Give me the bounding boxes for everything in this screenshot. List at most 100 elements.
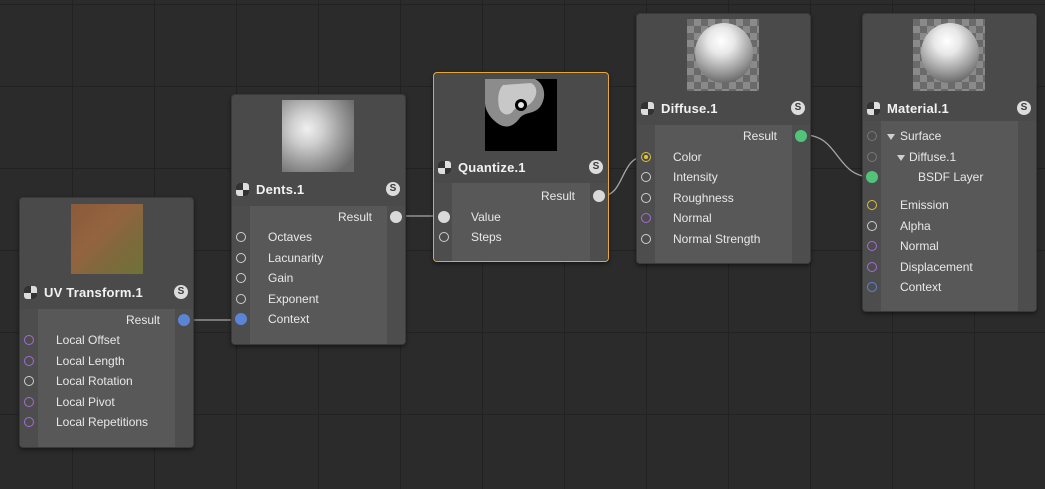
input-port[interactable]: [24, 335, 34, 345]
input-port[interactable]: [641, 172, 651, 182]
input-port[interactable]: [641, 234, 651, 244]
input-port[interactable]: [641, 213, 651, 223]
input-port[interactable]: [235, 313, 247, 325]
port-label: Local Pivot: [56, 395, 115, 409]
material-body: Surface Diffuse.1 BSDF Layer Emission Al…: [863, 121, 1036, 311]
solo-icon[interactable]: S: [386, 182, 400, 196]
quantize-body: Result Value Steps: [434, 183, 608, 261]
input-port[interactable]: [24, 397, 34, 407]
input-port[interactable]: [24, 417, 34, 427]
output-port-row: Result: [232, 207, 405, 227]
input-port[interactable]: [236, 273, 246, 283]
input-port[interactable]: [641, 193, 651, 203]
input-port[interactable]: [867, 282, 877, 292]
input-port-row: Exponent: [232, 289, 405, 309]
quantize-preview: [485, 79, 557, 151]
input-port-row: Roughness: [637, 188, 810, 208]
quantize-node[interactable]: Quantize.1 S Result Value Steps: [433, 72, 609, 262]
input-port-row: Diffuse.1: [863, 147, 1036, 167]
solo-icon[interactable]: S: [589, 160, 603, 174]
input-port-row: Normal Strength: [637, 229, 810, 249]
node-type-icon: [236, 183, 249, 196]
port-label: Lacunarity: [268, 251, 324, 265]
output-port[interactable]: [178, 314, 190, 326]
collapse-arrow-icon[interactable]: [897, 155, 905, 161]
input-port-row: Context: [232, 309, 405, 329]
input-port-row: Local Length: [20, 351, 193, 371]
port-label: Value: [471, 210, 501, 224]
input-port[interactable]: [867, 152, 877, 162]
input-port-row: Emission: [863, 195, 1036, 215]
material-title: Material.1: [887, 101, 949, 116]
port-label: Exponent: [268, 292, 319, 306]
sphere-preview: [695, 23, 753, 83]
input-port-row: Gain: [232, 268, 405, 288]
diffuse-preview: [687, 19, 759, 91]
input-port[interactable]: [24, 376, 34, 386]
port-label: Local Offset: [56, 333, 120, 347]
quantize-preview-image: [485, 79, 545, 127]
node-type-icon: [641, 102, 654, 115]
input-port-row: Local Rotation: [20, 371, 193, 391]
port-label: Context: [900, 280, 942, 294]
port-label: Result: [125, 313, 160, 327]
port-label: Normal: [673, 211, 712, 225]
solo-icon[interactable]: S: [174, 285, 188, 299]
input-port[interactable]: [439, 232, 449, 242]
input-port-row: Normal: [637, 208, 810, 228]
input-port[interactable]: [866, 171, 878, 183]
input-port-row: Local Pivot: [20, 392, 193, 412]
dents-header[interactable]: Dents.1 S: [232, 179, 405, 201]
input-port-row: Steps: [434, 227, 608, 247]
output-port-row: Result: [434, 186, 608, 206]
output-port[interactable]: [390, 211, 402, 223]
input-port-row: Normal: [863, 236, 1036, 256]
material-node[interactable]: Material.1 S Surface Diffuse.1 BSDF Laye…: [862, 13, 1037, 312]
input-port[interactable]: [438, 211, 450, 223]
input-port[interactable]: [236, 253, 246, 263]
input-port[interactable]: [236, 294, 246, 304]
node-type-icon: [438, 161, 451, 174]
port-label: Intensity: [673, 170, 718, 184]
port-label: Surface: [900, 129, 942, 143]
port-label: Diffuse.1: [909, 150, 957, 164]
sphere-preview: [921, 23, 979, 83]
quantize-header[interactable]: Quantize.1 S: [434, 157, 608, 179]
output-port[interactable]: [593, 190, 605, 202]
input-port-row: Octaves: [232, 227, 405, 247]
input-port-row: Intensity: [637, 167, 810, 187]
quantize-title: Quantize.1: [458, 160, 526, 175]
input-port[interactable]: [641, 152, 651, 162]
port-label: Normal: [900, 239, 939, 253]
input-port[interactable]: [236, 232, 246, 242]
port-label: Result: [742, 129, 777, 143]
input-port[interactable]: [867, 200, 877, 210]
port-label: Displacement: [900, 260, 973, 274]
port-label: Result: [540, 189, 575, 203]
dents-node[interactable]: Dents.1 S Result Octaves Lacunarity Gain…: [231, 94, 406, 345]
input-port[interactable]: [867, 262, 877, 272]
port-label: Steps: [471, 230, 502, 244]
input-port-row: Alpha: [863, 216, 1036, 236]
input-port[interactable]: [24, 356, 34, 366]
uv-transform-header[interactable]: UV Transform.1 S: [20, 282, 193, 304]
port-label: Context: [268, 312, 310, 326]
dents-title: Dents.1: [256, 182, 305, 197]
input-port[interactable]: [867, 221, 877, 231]
material-preview: [913, 19, 985, 91]
uv-transform-preview: [71, 204, 143, 274]
uv-transform-body: Result Local Offset Local Length Local R…: [20, 309, 193, 447]
port-label: Alpha: [900, 219, 931, 233]
uv-transform-node[interactable]: UV Transform.1 S Result Local Offset Loc…: [19, 197, 194, 448]
input-port[interactable]: [867, 241, 877, 251]
diffuse-header[interactable]: Diffuse.1 S: [637, 98, 810, 120]
input-port-row: Value: [434, 207, 608, 227]
collapse-arrow-icon[interactable]: [887, 134, 895, 140]
solo-icon[interactable]: S: [1017, 101, 1031, 115]
output-port[interactable]: [795, 130, 807, 142]
diffuse-node[interactable]: Diffuse.1 S Result Color Intensity Rough…: [636, 13, 811, 264]
port-label: Roughness: [673, 191, 734, 205]
solo-icon[interactable]: S: [791, 101, 805, 115]
input-port[interactable]: [867, 131, 877, 141]
material-header[interactable]: Material.1 S: [863, 98, 1036, 120]
